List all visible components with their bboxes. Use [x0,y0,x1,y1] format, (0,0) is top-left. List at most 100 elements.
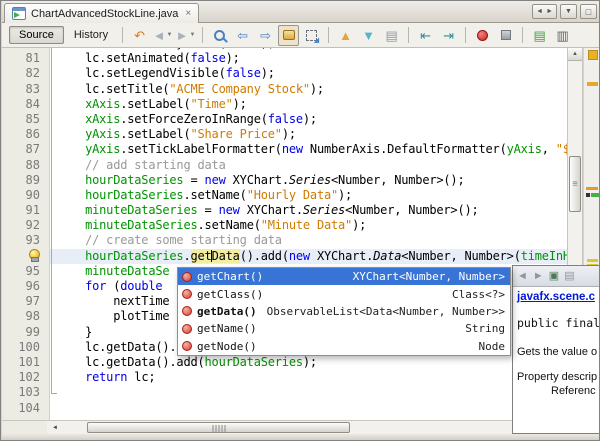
code-line[interactable]: hourDataSeries.getData().add(new XYChart… [2,248,567,264]
copy-doc-icon[interactable]: ▤ [564,270,574,282]
tab-scroll-right-icon[interactable]: ► [546,8,553,15]
code-line[interactable]: 82 lc.setLegendVisible(false); [2,66,567,81]
toolbar-separator [408,27,410,43]
toolbar-separator [202,27,204,43]
completion-item[interactable]: getName() String [178,320,510,337]
code-line[interactable]: 81 lc.setAnimated(false); [2,51,567,66]
hint-lightbulb-icon[interactable] [29,248,40,262]
code-text: nextTime [57,294,170,309]
stripe-warning-mark[interactable] [587,82,598,86]
horizontal-scrollbar[interactable]: ◄ [2,420,512,434]
maximize-button[interactable]: □ [580,4,597,19]
line-number[interactable]: 92 [2,218,50,233]
completion-item[interactable]: getNode() Node [178,338,510,355]
line-number[interactable]: 88 [2,158,50,173]
chevron-down-icon: ▼ [166,32,173,38]
tab-close-icon[interactable]: × [185,8,191,19]
line-number[interactable]: 104 [2,401,50,416]
code-line[interactable]: 86 yAxis.setLabel("Share Price"); [2,127,567,142]
line-number[interactable]: 102 [2,370,50,385]
tab-chartadvancedstockline[interactable]: ChartAdvancedStockLine.java × [4,3,200,23]
code-line[interactable]: 101 lc.getData().add(hourDataSeries); [2,355,567,370]
line-number[interactable]: 97 [2,294,50,309]
code-line[interactable]: 84 xAxis.setLabel("Time"); [2,97,567,112]
code-line[interactable]: 91 minuteDataSeries = new XYChart.Series… [2,203,567,218]
start-macro-recording-icon[interactable] [472,25,493,46]
line-number[interactable]: 87 [2,142,50,157]
javadoc-forward-icon[interactable]: ► [533,270,544,282]
code-line[interactable]: 103 [2,385,567,400]
code-line[interactable]: 90 hourDataSeries.setName("Hourly Data")… [2,188,567,203]
completion-item[interactable]: getClass() Class<?> [178,285,510,302]
code-text: minuteDataSe [85,263,170,278]
completion-item[interactable]: getChart() XYChart<Number, Number> [178,268,510,286]
scroll-up-icon[interactable]: ▲ [568,48,582,61]
tab-list-dropdown-button[interactable]: ▼ [560,4,577,19]
code-editor[interactable]: 80 lc.setCreateSymbols(false);81 lc.setA… [2,48,567,420]
previous-bookmark-icon[interactable]: ▲ [335,25,356,46]
line-number[interactable]: 103 [2,385,50,400]
line-number[interactable]: 85 [2,112,50,127]
vertical-scrollbar-thumb[interactable] [569,156,581,212]
code-line[interactable]: 88 // add starting data [2,158,567,173]
history-toggle-button[interactable]: History [66,27,116,43]
line-number[interactable]: 100 [2,340,50,355]
stripe-caret-mark[interactable] [591,193,599,197]
code-line[interactable]: 83 lc.setTitle("ACME Company Stock"); [2,82,567,97]
shift-line-left-icon[interactable]: ⇤ [415,25,436,46]
line-number[interactable]: 95 [2,264,50,279]
show-in-browser-icon[interactable]: ▣ [549,270,559,282]
forward-icon[interactable]: ► ▼ [175,25,196,46]
line-number[interactable]: 99 [2,325,50,340]
rectangular-selection-icon[interactable] [301,25,322,46]
uncomment-icon[interactable]: ▥ [552,25,573,46]
stop-macro-recording-icon[interactable] [495,25,516,46]
vertical-scrollbar[interactable]: ▲ [567,48,583,265]
editor-hint-gutter[interactable] [2,248,50,264]
line-number[interactable]: 91 [2,203,50,218]
warning-badge[interactable] [588,50,598,60]
find-previous-occurrence-icon[interactable]: ⇦ [232,25,253,46]
code-line[interactable]: 102 return lc; [2,370,567,385]
line-number[interactable]: 101 [2,355,50,370]
source-toggle-button[interactable]: Source [9,26,64,44]
find-next-occurrence-icon[interactable]: ⇨ [255,25,276,46]
shift-line-right-icon[interactable]: ⇥ [438,25,459,46]
tab-scroll-buttons[interactable]: ◄ ► [532,4,557,19]
code-line[interactable]: 92 minuteDataSeries.setName("Minute Data… [2,218,567,233]
javadoc-class-link[interactable]: javafx.scene.c [517,291,599,303]
last-edit-location-icon[interactable]: ↶ [129,25,150,46]
line-number[interactable]: 89 [2,173,50,188]
javadoc-back-icon[interactable]: ◄ [517,270,528,282]
line-number[interactable]: 82 [2,66,50,81]
line-number[interactable]: 98 [2,309,50,324]
stripe-warning-mark[interactable] [587,259,598,262]
line-number[interactable]: 84 [2,97,50,112]
code-line[interactable]: 89 hourDataSeries = new XYChart.Series<N… [2,173,567,188]
comment-icon[interactable]: ▤ [529,25,550,46]
toggle-bookmark-icon[interactable]: ▤ [381,25,402,46]
line-number[interactable]: 86 [2,127,50,142]
code-line[interactable]: 87 yAxis.setTickLabelFormatter(new Numbe… [2,142,567,157]
completion-item[interactable]: getData() ObservableList<Data<Number, Num… [178,303,510,320]
code-line[interactable]: 104 [2,401,567,416]
toggle-highlight-search-icon[interactable] [278,24,300,46]
next-bookmark-icon[interactable]: ▼ [358,25,379,46]
stripe-caret-mark[interactable] [586,193,590,197]
code-text: minuteDataSeries.setName("Minute Data"); [85,218,367,233]
stripe-warning-mark[interactable] [586,187,598,190]
find-selection-icon[interactable] [209,25,230,46]
line-number[interactable]: 83 [2,82,50,97]
back-icon[interactable]: ◄ ▼ [152,25,173,46]
horizontal-scrollbar-thumb[interactable] [87,422,350,433]
code-line[interactable]: 85 xAxis.setForceZeroInRange(false); [2,112,567,127]
line-number[interactable]: 96 [2,279,50,294]
line-number[interactable]: 93 [2,233,50,248]
tab-scroll-left-icon[interactable]: ◄ [536,8,543,15]
line-number[interactable]: 90 [2,188,50,203]
code-line[interactable]: 93 // create some starting data [2,233,567,248]
toggle-highlight-search-icon [282,30,295,40]
scroll-left-icon[interactable]: ◄ [48,422,62,434]
line-number[interactable]: 81 [2,51,50,66]
maximize-icon: □ [585,6,592,17]
